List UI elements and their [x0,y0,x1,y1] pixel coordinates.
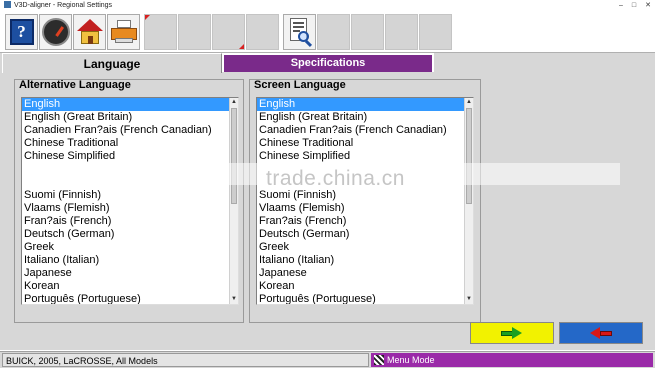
window-title: V3D-aligner - Regional Settings [14,2,113,9]
screen-language-item[interactable]: Vlaams (Flemish) [257,202,464,215]
tab-bar: Language Specifications [0,53,655,73]
toolbar-slot-6[interactable] [351,13,384,50]
screen-language-item[interactable]: Canadien Fran?ais (French Canadian) [257,124,464,137]
alternative-language-item[interactable]: Vlaams (Flemish) [22,202,229,215]
alternative-language-item[interactable]: Chinese Simplified [22,150,229,163]
back-button[interactable] [559,322,643,344]
status-bar: BUICK, 2005, LaCROSSE, All Models Menu M… [0,351,655,368]
alternative-language-item[interactable]: English [22,98,229,111]
screen-language-item[interactable]: Deutsch (German) [257,228,464,241]
minimize-button[interactable]: – [619,1,623,10]
document-search-icon [288,17,312,47]
settings-panel: Language Specifications Alternative Lang… [0,52,655,350]
alternative-language-scrollbar[interactable]: ▲ ▼ [229,98,238,304]
app-icon [4,1,11,8]
tab-language[interactable]: Language [2,53,222,73]
arrow-left-icon [590,327,612,339]
printer-icon [110,19,137,44]
toolbar-slot-2[interactable] [178,13,211,50]
toolbar-slot-8[interactable] [419,13,452,50]
alternative-language-item[interactable]: English (Great Britain) [22,111,229,124]
screen-language-list[interactable]: English English (Great Britain) Canadien F… [256,97,474,305]
screen-language-item[interactable]: Greek [257,241,464,254]
toolbar-slot-5[interactable] [317,13,350,50]
vehicle-status: BUICK, 2005, LaCROSSE, All Models [2,353,369,367]
title-bar: V3D-aligner - Regional Settings – □ ✕ [0,0,655,11]
corner-marker-icon [145,14,150,20]
toolbar-slot-7[interactable] [385,13,418,50]
screen-language-item[interactable]: English (Great Britain) [257,111,464,124]
toolbar-slot-3[interactable] [212,13,245,50]
screen-language-item[interactable]: English [257,98,464,111]
scroll-down-icon[interactable]: ▼ [465,295,473,304]
gauge-icon [41,17,70,46]
screen-language-scrollbar[interactable]: ▲ ▼ [464,98,473,304]
alternative-language-list[interactable]: English English (Great Britain) Canadien F… [21,97,239,305]
scroll-thumb[interactable] [466,108,472,204]
screen-language-item[interactable]: Japanese [257,267,464,280]
watermark-text: trade.china.cn [266,167,405,190]
screen-language-item[interactable]: Chinese Simplified [257,150,464,163]
mode-status: Menu Mode [371,353,653,367]
document-search-button[interactable] [283,13,316,50]
screen-language-title: Screen Language [254,79,346,91]
scroll-up-icon[interactable]: ▲ [465,98,473,107]
scroll-down-icon[interactable]: ▼ [230,295,238,304]
screen-language-item[interactable]: Italiano (Italian) [257,254,464,267]
alternative-language-item[interactable]: Deutsch (German) [22,228,229,241]
tab-specifications[interactable]: Specifications [222,53,434,72]
alternative-language-item[interactable]: Greek [22,241,229,254]
screen-language-item[interactable]: Fran?ais (French) [257,215,464,228]
scroll-thumb[interactable] [231,108,237,204]
toolbar: ? [0,11,655,52]
scroll-up-icon[interactable]: ▲ [230,98,238,107]
alternative-language-title: Alternative Language [19,79,131,91]
screen-language-item[interactable]: Chinese Traditional [257,137,464,150]
help-button[interactable]: ? [5,13,38,50]
maximize-button[interactable]: □ [632,1,636,10]
alternative-language-item[interactable]: Japanese [22,267,229,280]
alternative-language-item[interactable]: Korean [22,280,229,293]
home-button[interactable] [73,13,106,50]
alternative-language-item[interactable]: Canadien Fran?ais (French Canadian) [22,124,229,137]
alternative-language-item[interactable]: Suomi (Finnish) [22,189,229,202]
arrow-right-icon [501,327,523,339]
screen-language-item[interactable]: Korean [257,280,464,293]
screen-language-item[interactable]: Português (Portuguese) [257,293,464,304]
corner-marker-icon [239,43,244,49]
toolbar-slot-4[interactable] [246,13,279,50]
alternative-language-item[interactable]: Português (Portuguese) [22,293,229,304]
alternative-language-item[interactable]: Chinese Traditional [22,137,229,150]
screen-language-group: Screen Language English English (Great Br… [249,79,481,323]
gauge-button[interactable] [39,13,72,50]
help-icon: ? [9,18,34,45]
print-button[interactable] [107,13,140,50]
alternative-language-item[interactable]: Italiano (Italian) [22,254,229,267]
mode-label: Menu Mode [387,355,435,365]
alternative-language-group: Alternative Language English English (Gre… [14,79,244,323]
home-icon [76,18,103,45]
window-controls: – □ ✕ [619,1,651,10]
alternative-language-item[interactable]: Fran?ais (French) [22,215,229,228]
menu-mode-icon [374,355,384,365]
toolbar-slot-1[interactable] [144,13,177,50]
next-button[interactable] [470,322,554,344]
close-button[interactable]: ✕ [645,1,651,10]
